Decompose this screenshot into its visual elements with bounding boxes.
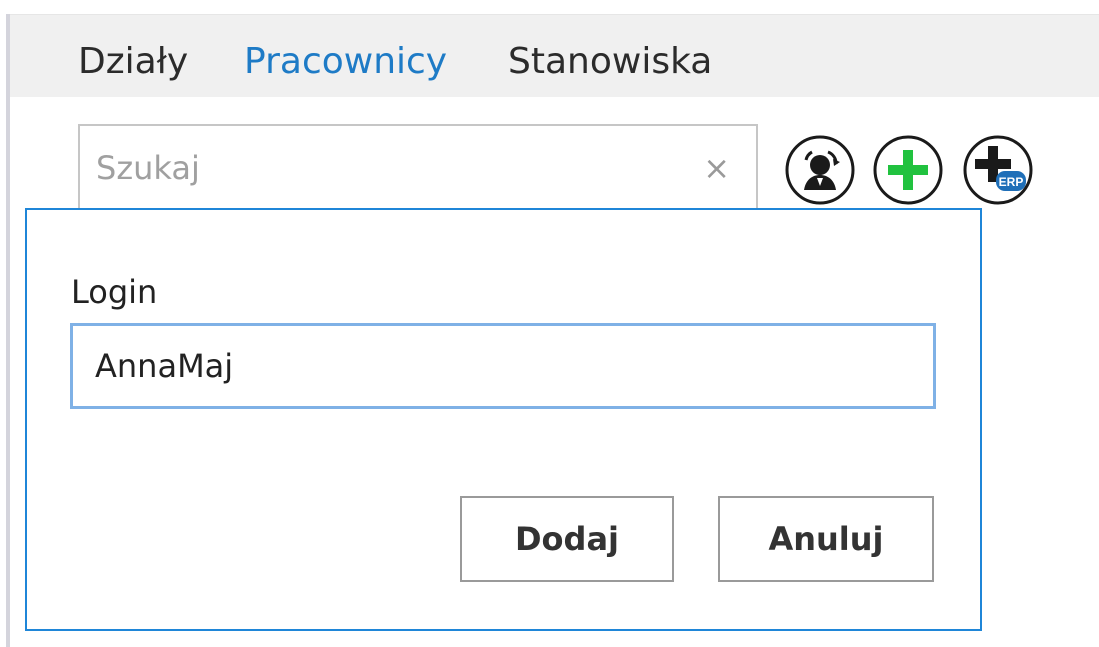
login-field[interactable] [70,323,936,409]
login-label: Login [71,273,158,311]
add-erp-employee-button[interactable]: ERP [962,134,1034,206]
sync-employees-button[interactable] [784,134,856,206]
search-box: × [78,124,758,210]
add-icon [873,135,943,205]
erp-badge-label: ERP [999,175,1024,189]
tab-dzialy[interactable]: Działy [78,38,188,86]
tab-pracownicy[interactable]: Pracownicy [244,38,447,86]
app-window: Działy Pracownicy Stanowiska × ER [0,0,1099,647]
add-login-dialog: Login Dodaj Anuluj [25,208,982,631]
tab-stanowiska[interactable]: Stanowiska [508,38,712,86]
search-input[interactable] [96,146,656,190]
clear-search-icon[interactable]: × [703,146,730,190]
window-left-border [6,14,10,647]
cancel-button[interactable]: Anuluj [718,496,934,582]
add-employee-button[interactable] [872,134,944,206]
add-button[interactable]: Dodaj [460,496,674,582]
user-sync-icon [785,135,855,205]
add-erp-icon: ERP [963,135,1033,205]
